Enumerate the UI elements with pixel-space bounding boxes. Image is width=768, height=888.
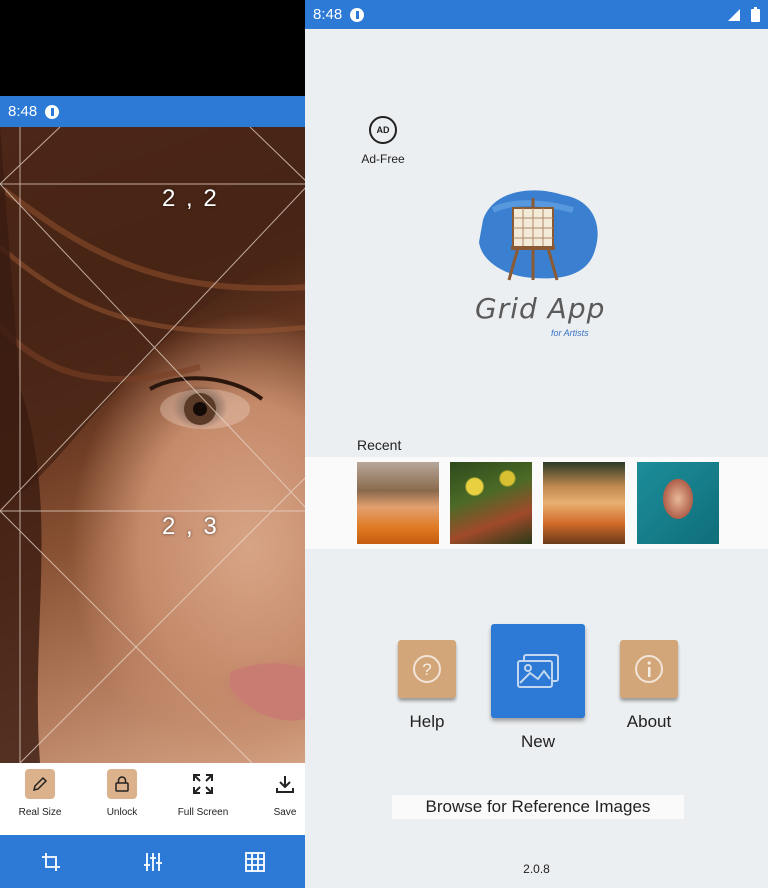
help-label: Help (409, 712, 445, 731)
home-screen: 8:48 AD Ad-Free Grid App for Artists Rec… (305, 0, 768, 888)
browse-reference-images-button[interactable]: Browse for Reference Images (392, 795, 684, 819)
new-label: New (520, 732, 555, 751)
unlock-label: Unlock (106, 807, 138, 818)
about-tile[interactable] (620, 640, 678, 698)
fullscreen-icon (188, 769, 218, 799)
app-version: 2.0.8 (523, 862, 550, 876)
editor-toolbar: Real Size Unlock Full Screen Save (0, 763, 309, 835)
download-icon (270, 769, 300, 799)
grid-icon[interactable] (240, 847, 270, 877)
real-size-button[interactable]: Real Size (5, 769, 75, 818)
full-screen-label: Full Screen (177, 807, 229, 818)
hair-overlay (0, 127, 309, 763)
lock-icon (107, 769, 137, 799)
battery-icon (751, 7, 760, 22)
new-button[interactable]: New (491, 624, 585, 752)
new-tile[interactable] (491, 624, 585, 718)
sliders-icon[interactable] (138, 847, 168, 877)
question-icon: ? (413, 655, 441, 683)
bottom-nav (0, 835, 309, 888)
ad-free-button[interactable]: AD Ad-Free (357, 116, 409, 166)
status-time: 8:48 (8, 103, 38, 120)
status-bar: 8:48 (0, 96, 309, 127)
ruler-pencil-icon (25, 769, 55, 799)
status-time: 8:48 (313, 6, 343, 23)
app-logo-subtitle: for Artists (551, 328, 589, 338)
crop-icon[interactable] (36, 847, 66, 877)
no-ads-icon: AD (369, 116, 397, 144)
unlock-button[interactable]: Unlock (87, 769, 157, 818)
info-icon (635, 655, 663, 683)
svg-text:?: ? (422, 660, 431, 679)
help-tile[interactable]: ? (398, 640, 456, 698)
signal-icon (728, 8, 740, 21)
grid-editor-screen: 8:48 2 , 2 2 , 3 Real Size Unlock Full S… (0, 96, 309, 888)
real-size-label: Real Size (18, 807, 62, 818)
about-button[interactable]: About (620, 640, 678, 732)
status-bar: 8:48 (305, 0, 768, 29)
recent-thumbnail[interactable] (543, 462, 625, 544)
save-label: Save (273, 807, 297, 818)
images-icon (517, 654, 559, 688)
recent-thumbnails (305, 457, 768, 549)
full-screen-button[interactable]: Full Screen (168, 769, 238, 818)
save-button[interactable]: Save (250, 769, 309, 818)
recent-thumbnail[interactable] (450, 462, 532, 544)
recent-label: Recent (357, 437, 402, 453)
reference-photo[interactable]: 2 , 2 2 , 3 (0, 127, 309, 763)
app-notification-icon (45, 104, 60, 119)
app-notification-icon (350, 7, 365, 22)
grid-cell-label: 2 , 2 (162, 185, 219, 212)
grid-cell-label: 2 , 3 (162, 513, 219, 540)
recent-thumbnail[interactable] (637, 462, 719, 544)
app-logo-title: Grid App (475, 292, 606, 325)
help-button[interactable]: ? Help (398, 640, 456, 732)
ad-free-label: Ad-Free (361, 152, 405, 166)
recent-thumbnail[interactable] (357, 462, 439, 544)
about-label: About (626, 712, 672, 731)
